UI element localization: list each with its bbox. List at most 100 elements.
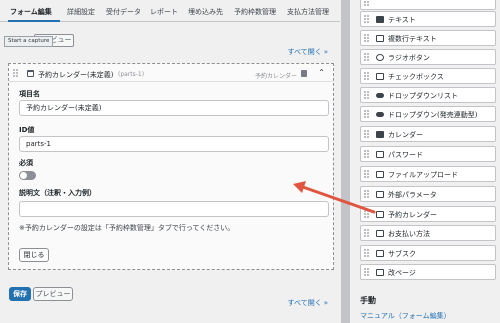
text-icon [376,16,384,23]
palette-label: 予約カレンダー [388,211,437,219]
palette-label: チェックボックス [388,73,444,81]
textarea-icon [376,35,384,42]
drag-handle-icon[interactable] [364,130,370,139]
palette-item-radio[interactable]: ラジオボタン [360,49,496,65]
manual-link[interactable]: マニュアル（フォーム編集） [360,311,451,321]
drag-handle-icon[interactable] [364,268,370,277]
calendar-icon [27,70,34,77]
required-label: 必須 [19,159,33,167]
footer-expand-all-label: すべて開く [287,299,322,307]
palette-item-textarea[interactable]: 複数行テキスト [360,30,496,46]
palette-label: 改ページ [388,269,416,277]
drag-handle-icon[interactable] [364,0,370,7]
palette-item-file-upload[interactable]: ファイルアップロード [360,166,496,182]
drag-handle-icon[interactable] [13,69,19,78]
field-card-header[interactable]: 予約カレンダー(未定義) (parts-1) 予約カレンダー ⌃ [9,64,333,82]
drag-handle-icon[interactable] [364,34,370,43]
item-name-label: 項目名 [19,90,40,98]
palette-item-page-break[interactable]: 改ページ [360,264,496,280]
subscription-icon [376,250,384,257]
palette-label: ラジオボタン [388,54,430,62]
radio-icon [376,54,384,61]
pane-divider[interactable] [341,0,350,323]
palette-label: ドロップダウン(発売連動型) [388,111,478,119]
expand-all-label: すべて開く [287,48,322,56]
item-name-input[interactable]: 予約カレンダー(未定義) [19,100,329,116]
field-palette: テキスト 複数行テキスト ラジオボタン チェックボックス ドロップダウンリスト … [350,0,500,323]
double-chevron-down-icon: » [323,48,328,56]
palette-label: サブスク [388,250,416,258]
checkbox-icon [376,73,384,80]
save-button[interactable]: 保存 [9,287,31,301]
close-button[interactable]: 閉じる [19,248,49,262]
palette-label: お支払い方法 [388,230,430,238]
form-editor-pane: フォーム編集 詳細設定 受付データ レポート 埋め込み先 予約枠数管理 支払方法… [0,0,340,323]
palette-item-text[interactable]: テキスト [360,11,496,27]
palette-item-payment[interactable]: お支払い方法 [360,225,496,241]
dropdown-icon [376,93,384,98]
drag-handle-icon[interactable] [364,91,370,100]
drag-handle-icon[interactable] [364,210,370,219]
palette-label: 複数行テキスト [388,35,437,43]
double-chevron-down-icon: » [323,299,328,307]
description-label: 説明文（注釈・入力例） [19,189,96,197]
dropdown-icon [376,112,384,117]
tab-embed[interactable]: 埋め込み先 [188,7,223,17]
drag-handle-icon[interactable] [364,53,370,62]
palette-label: ファイルアップロード [388,171,458,179]
tab-form-edit[interactable]: フォーム編集 [10,7,52,17]
drag-handle-icon[interactable] [364,190,370,199]
required-toggle[interactable] [19,171,36,180]
drag-handle-icon[interactable] [364,229,370,238]
expand-all-link[interactable]: すべて開く» [287,47,328,57]
tab-report[interactable]: レポート [150,7,178,17]
palette-item-checkbox[interactable]: チェックボックス [360,68,496,84]
drag-handle-icon[interactable] [364,15,370,24]
palette-item-password[interactable]: パスワード [360,146,496,162]
palette-item-dropdown-linked[interactable]: ドロップダウン(発売連動型) [360,106,496,122]
field-card: 予約カレンダー(未定義) (parts-1) 予約カレンダー ⌃ 項目名 予約カ… [8,63,334,270]
drag-handle-icon[interactable] [364,249,370,258]
palette-item-dropdown[interactable]: ドロップダウンリスト [360,87,496,103]
palette-item-external-parameter[interactable]: 外部パラメータ [360,186,496,202]
palette-label: パスワード [388,151,423,159]
palette-item-reservation-calendar[interactable]: 予約カレンダー [360,206,496,222]
password-icon [376,151,384,158]
payment-icon [376,230,384,237]
tab-submissions[interactable]: 受付データ [106,7,141,17]
field-card-id-hint: (parts-1) [118,71,145,78]
palette-label: テキスト [388,16,416,24]
drag-handle-icon[interactable] [364,150,370,159]
drag-handle-icon[interactable] [364,170,370,179]
palette-item-subscription[interactable]: サブスク [360,245,496,261]
parameter-icon [376,191,384,198]
id-label: ID値 [19,126,35,134]
collapse-chevron-icon[interactable]: ⌃ [318,68,325,77]
capture-tooltip: Start a capture [4,36,54,47]
palette-label: ドロップダウンリスト [388,92,458,100]
field-card-title: 予約カレンダー(未定義) [38,71,114,79]
tab-bar: フォーム編集 詳細設定 受付データ レポート 埋め込み先 予約枠数管理 支払方法… [0,0,340,22]
manual-section-title: 手動 [360,296,376,305]
calendar-settings-note: ※予約カレンダーの設定は「予約枠数管理」タブで行ってください。 [19,224,235,232]
drag-handle-icon[interactable] [364,72,370,81]
description-input[interactable] [19,201,329,217]
tab-payment-methods[interactable]: 支払方法管理 [287,7,329,17]
tab-reservation-slots[interactable]: 予約枠数管理 [234,7,276,17]
palette-item-calendar[interactable]: カレンダー [360,126,496,142]
drag-handle-icon[interactable] [364,110,370,119]
footer-preview-button[interactable]: プレビュー [33,287,73,301]
calendar-icon [376,131,384,138]
id-input[interactable]: parts-1 [19,136,329,152]
active-tab-indicator [8,20,60,22]
file-icon [376,171,384,178]
footer-expand-all-link[interactable]: すべて開く» [287,298,328,308]
palette-label: 外部パラメータ [388,191,437,199]
palette-item-hidden[interactable] [360,0,496,10]
trash-icon[interactable] [301,70,307,77]
palette-label: カレンダー [388,131,423,139]
page-break-icon [376,269,384,276]
tab-details[interactable]: 詳細設定 [67,7,95,17]
field-card-type: 予約カレンダー [254,73,297,80]
calendar-icon [376,211,384,218]
